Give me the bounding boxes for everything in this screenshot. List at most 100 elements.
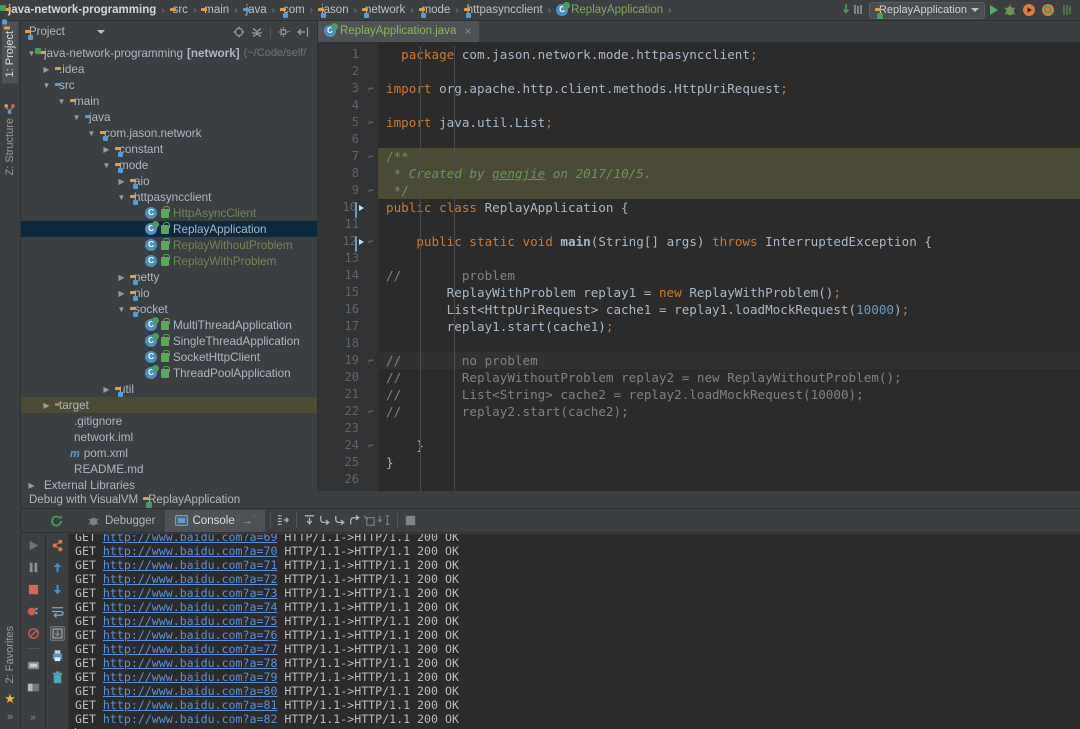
scroll-up-icon[interactable] — [50, 560, 65, 575]
tree-item-httpasyncclient[interactable]: CHttpAsyncClient — [21, 205, 317, 221]
code-view[interactable]: 1234567891011121314151617181920212223242… — [318, 42, 1080, 491]
breadcrumb-item-main[interactable]: main — [201, 4, 229, 16]
chevron-right-icon[interactable]: ▶ — [102, 145, 111, 154]
settings-icon[interactable] — [26, 658, 41, 673]
run-gutter-icon[interactable] — [355, 202, 357, 218]
console-link[interactable]: http://www.baidu.com?a=79 — [103, 670, 278, 684]
chevron-down-icon[interactable]: ▼ — [42, 81, 51, 90]
collapse-all-icon[interactable] — [251, 26, 263, 38]
locate-icon[interactable] — [233, 26, 245, 38]
code-line[interactable] — [378, 335, 1080, 352]
code-line[interactable] — [378, 216, 1080, 233]
drop-frame-icon[interactable] — [362, 513, 377, 528]
code-line[interactable]: } — [378, 437, 1080, 454]
favorites-star-icon[interactable]: ★ — [4, 691, 16, 707]
tree-item-socket[interactable]: ▼socket — [21, 301, 317, 317]
tree-item-java[interactable]: ▼java — [21, 109, 317, 125]
code-line[interactable]: /** — [378, 148, 1080, 165]
code-line[interactable]: */ — [378, 182, 1080, 199]
tree-item-replaywithproblem[interactable]: CReplayWithProblem — [21, 253, 317, 269]
expand-actions-icon[interactable]: » — [30, 712, 36, 723]
code-line[interactable]: // List<String> cache2 = replay2.loadMoc… — [378, 386, 1080, 403]
code-line[interactable]: // problem — [378, 267, 1080, 284]
tree-item-src[interactable]: ▼src — [21, 77, 317, 93]
code-line[interactable]: replay1.start(cache1); — [378, 318, 1080, 335]
chevron-right-icon[interactable]: ▶ — [27, 481, 36, 490]
breadcrumb-item-jason[interactable]: jason — [318, 4, 349, 16]
code-line[interactable] — [378, 250, 1080, 267]
console-output[interactable]: GET http://www.baidu.com?a=69 HTTP/1.1->… — [69, 534, 1080, 729]
run-icon[interactable] — [990, 5, 998, 15]
chevron-down-icon[interactable]: ▼ — [117, 193, 126, 202]
console-link[interactable]: http://www.baidu.com?a=70 — [103, 544, 278, 558]
tree-item-network-iml[interactable]: network.iml — [21, 429, 317, 445]
close-icon[interactable]: × — [460, 24, 471, 38]
code-line[interactable]: // no problem — [378, 352, 1080, 369]
code-line[interactable] — [378, 420, 1080, 437]
tree-item-netty[interactable]: ▶netty — [21, 269, 317, 285]
run-with-coverage-icon[interactable] — [1022, 3, 1036, 17]
fold-region-icon[interactable]: ⌐ — [364, 233, 378, 250]
soft-wrap-icon[interactable] — [50, 604, 65, 619]
tree-item--idea[interactable]: ▶.idea — [21, 61, 317, 77]
tree-item--gitignore[interactable]: .gitignore — [21, 413, 317, 429]
settings-gear-icon[interactable] — [278, 26, 291, 38]
console-link[interactable]: http://www.baidu.com?a=78 — [103, 656, 278, 670]
chevron-right-icon[interactable]: ▶ — [42, 401, 51, 410]
code-line[interactable] — [378, 97, 1080, 114]
code-line[interactable]: List<HttpUriRequest> cache1 = replay1.lo… — [378, 301, 1080, 318]
tab-debugger[interactable]: Debugger — [77, 510, 165, 532]
chevron-right-icon[interactable]: ▶ — [102, 385, 111, 394]
hide-icon[interactable] — [297, 26, 309, 38]
project-view-chevron-icon[interactable] — [97, 30, 105, 34]
tree-item-mode[interactable]: ▼mode — [21, 157, 317, 173]
tree-item-external-libraries[interactable]: ▶External Libraries — [21, 477, 317, 491]
code-line[interactable] — [378, 63, 1080, 80]
run-to-cursor-icon[interactable] — [377, 513, 392, 528]
chevron-down-icon[interactable]: ▼ — [102, 161, 111, 170]
console-link[interactable]: http://www.baidu.com?a=77 — [103, 642, 278, 656]
tree-item-singlethreadapplication[interactable]: CSingleThreadApplication — [21, 333, 317, 349]
console-link[interactable]: http://www.baidu.com?a=76 — [103, 628, 278, 642]
chevron-down-icon[interactable]: ▼ — [117, 305, 126, 314]
code-line[interactable] — [378, 471, 1080, 488]
view-breakpoints-icon[interactable] — [26, 604, 41, 619]
attach-icon[interactable] — [1060, 3, 1074, 17]
profile-icon[interactable] — [1041, 3, 1055, 17]
breadcrumb-item-httpasyncclient[interactable]: httpasyncclient — [464, 4, 543, 16]
console-link[interactable]: http://www.baidu.com?a=80 — [103, 684, 278, 698]
code-line[interactable] — [378, 131, 1080, 148]
tree-item-java-network-programming[interactable]: ▼java-network-programming[network](~/Cod… — [21, 45, 317, 61]
chevron-right-icon[interactable]: ▶ — [42, 65, 51, 74]
code-line[interactable]: package com.jason.network.mode.httpasync… — [378, 46, 1080, 63]
mute-breakpoints-icon[interactable] — [26, 626, 41, 641]
force-step-into-icon[interactable] — [332, 513, 347, 528]
fold-region-icon[interactable]: ⌐ — [364, 114, 378, 131]
breadcrumb-item-src[interactable]: src — [170, 4, 188, 16]
console-link[interactable]: http://www.baidu.com?a=81 — [103, 698, 278, 712]
console-link[interactable]: http://www.baidu.com?a=82 — [103, 712, 278, 726]
tree-item-readme-md[interactable]: README.md — [21, 461, 317, 477]
fold-region-icon[interactable]: ⌐ — [364, 437, 378, 454]
chevron-right-icon[interactable]: ▶ — [117, 177, 126, 186]
tree-item-util[interactable]: ▶util — [21, 381, 317, 397]
tree-item-replayapplication[interactable]: CReplayApplication — [21, 221, 317, 237]
breadcrumb-item-network[interactable]: network — [362, 4, 405, 16]
chevron-down-icon[interactable] — [971, 8, 979, 12]
sidebar-item-favorites[interactable]: 2: Favorites — [2, 620, 18, 689]
tab-console[interactable]: Console →˙ — [165, 510, 266, 532]
console-link[interactable]: http://www.baidu.com?a=75 — [103, 614, 278, 628]
run-gutter-icon[interactable] — [355, 236, 357, 252]
resume-icon[interactable] — [26, 538, 41, 553]
tree-item-constant[interactable]: ▶constant — [21, 141, 317, 157]
code-line[interactable]: ReplayWithProblem replay1 = new ReplayWi… — [378, 284, 1080, 301]
vcs-icons[interactable] — [842, 3, 864, 17]
debug-icon[interactable] — [1003, 3, 1017, 17]
fold-region-icon[interactable]: ⌐ — [364, 80, 378, 97]
code-line[interactable]: // ReplayWithoutProblem replay2 = new Re… — [378, 369, 1080, 386]
clear-all-icon[interactable] — [50, 670, 65, 685]
expand-strip-icon[interactable]: » — [7, 711, 13, 723]
breadcrumb-item-com[interactable]: com — [280, 4, 305, 16]
tree-item-sockethttpclient[interactable]: CSocketHttpClient — [21, 349, 317, 365]
console-link[interactable]: http://www.baidu.com?a=71 — [103, 558, 278, 572]
